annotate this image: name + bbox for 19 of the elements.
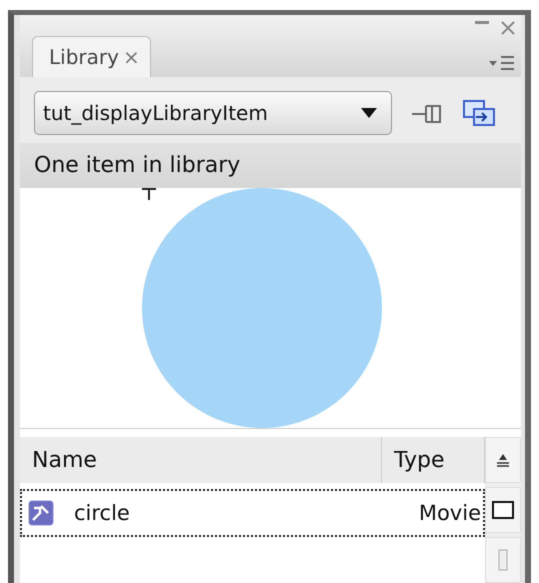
square-icon — [492, 501, 514, 519]
type-cell-text: Movie — [418, 501, 482, 525]
movie-clip-icon — [28, 500, 54, 526]
column-header[interactable]: Name — [20, 437, 382, 483]
name-cell-text: circle — [73, 501, 131, 525]
library-tab[interactable]: Library × — [32, 36, 151, 78]
close-tab-button[interactable]: × — [122, 45, 140, 70]
close-icon[interactable] — [501, 21, 515, 35]
minimize-icon[interactable] — [475, 21, 489, 25]
scrollbar-thumb[interactable] — [485, 537, 521, 583]
new-window-icon[interactable] — [462, 99, 496, 128]
panel-menu-icon[interactable] — [487, 55, 515, 72]
text-cursor-icon — [142, 188, 156, 200]
sort-button[interactable] — [485, 437, 521, 483]
library-item-row[interactable]: circle Movie — [20, 489, 485, 537]
library-dropdown[interactable]: tut_displayLibraryItem — [34, 91, 392, 136]
caret-icon — [361, 108, 377, 118]
sort-icon — [496, 453, 510, 467]
item-count-label: One item in library — [20, 143, 521, 188]
